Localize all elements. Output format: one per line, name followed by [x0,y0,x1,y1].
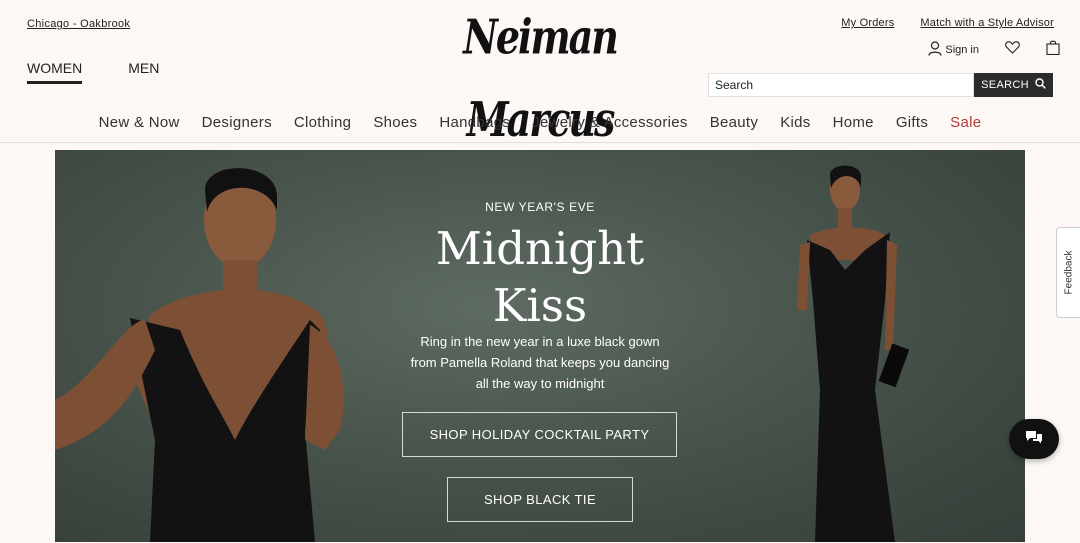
search-button[interactable]: SEARCH [974,73,1053,97]
model-left-image [55,168,344,542]
gender-tabs: WOMEN MEN [27,60,159,84]
user-icon [928,41,942,59]
nav-beauty[interactable]: Beauty [699,114,770,131]
utility-links: My Orders Match with a Style Advisor [841,17,1054,29]
feedback-label: Feedback [1063,250,1075,295]
search-bar: SEARCH [708,73,1053,97]
hero-description-line2: from Pamella Roland that keeps you danci… [410,355,670,370]
hero-headline-line1: Midnight [435,222,645,275]
search-icon [1035,78,1046,92]
model-right-image [797,165,910,542]
shop-holiday-cocktail-party-button[interactable]: SHOP HOLIDAY COCKTAIL PARTY [402,412,677,457]
chat-icon [1025,429,1043,450]
hero-description: Ring in the new year in a luxe black gow… [375,331,705,394]
main-nav: New & Now Designers Clothing Shoes Handb… [0,114,1080,131]
search-button-label: SEARCH [981,79,1029,91]
account-row: Sign in [928,40,1060,60]
feedback-tab[interactable]: Feedback [1056,227,1080,318]
nav-designers[interactable]: Designers [191,114,283,131]
nav-sale[interactable]: Sale [939,114,992,131]
nav-handbags[interactable]: Handbags [428,114,521,131]
hero-banner[interactable]: NEW YEAR'S EVE Midnight Kiss Ring in the… [55,150,1025,542]
sign-in-button[interactable]: Sign in [928,41,979,59]
nav-kids[interactable]: Kids [769,114,821,131]
my-orders-link[interactable]: My Orders [841,17,894,29]
hero-headline-line2: Kiss [492,279,588,332]
sign-in-label: Sign in [945,44,979,56]
neiman-marcus-logo[interactable]: Neiman Marcus [452,0,628,147]
hero-eyebrow: NEW YEAR'S EVE [485,200,595,214]
search-input[interactable] [708,73,974,97]
nav-clothing[interactable]: Clothing [283,114,362,131]
hero-description-line3: all the way to midnight [475,376,605,391]
chat-button[interactable] [1009,419,1059,459]
tab-women[interactable]: WOMEN [27,60,83,84]
heart-icon[interactable] [1005,41,1020,59]
nav-gifts[interactable]: Gifts [885,114,939,131]
nav-home[interactable]: Home [822,114,885,131]
site-header: Chicago - Oakbrook Neiman Marcus WOMEN M… [0,0,1080,147]
nav-jewelry-accessories[interactable]: Jewelry & Accessories [521,114,699,131]
nav-shoes[interactable]: Shoes [362,114,428,131]
nav-new-and-now[interactable]: New & Now [88,114,191,131]
hero-description-line1: Ring in the new year in a luxe black gow… [420,334,660,349]
shop-black-tie-button[interactable]: SHOP BLACK TIE [447,477,633,522]
hero-headline: Midnight Kiss [375,220,705,334]
store-location-link[interactable]: Chicago - Oakbrook [27,18,130,30]
shopping-bag-icon[interactable] [1046,40,1060,60]
style-advisor-link[interactable]: Match with a Style Advisor [920,17,1054,29]
tab-men[interactable]: MEN [128,60,159,84]
